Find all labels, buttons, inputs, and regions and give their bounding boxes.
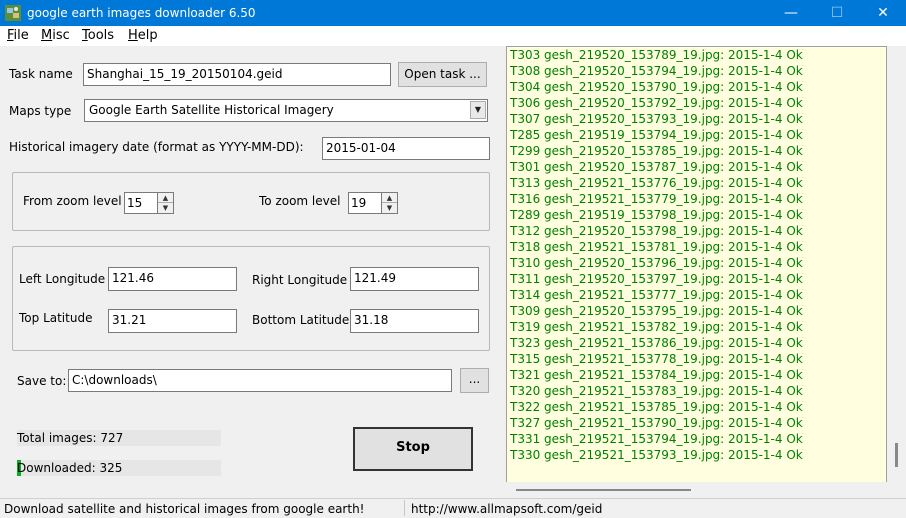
log-line: T312 gesh_219520_153798_19.jpg: 2015-1-4… [510, 224, 803, 238]
decrement-icon[interactable]: ▼ [158, 203, 173, 213]
total-images-bar: Total images: 727 [17, 430, 221, 446]
increment-icon[interactable]: ▲ [382, 193, 397, 203]
open-task-button[interactable]: Open task ... [398, 62, 487, 87]
save-to-label: Save to: [17, 374, 67, 388]
to-zoom-label: To zoom level [259, 194, 341, 208]
log-line: T330 gesh_219521_153793_19.jpg: 2015-1-4… [510, 448, 803, 462]
scroll-thumb[interactable] [516, 489, 691, 491]
maps-type-select[interactable]: Google Earth Satellite Historical Imager… [84, 99, 488, 122]
app-window: google earth images downloader 6.50 — ☐ … [0, 0, 906, 518]
log-line: T309 gesh_219520_153795_19.jpg: 2015-1-4… [510, 304, 803, 318]
from-zoom-arrows: ▲ ▼ [157, 192, 174, 214]
maximize-button[interactable]: ☐ [814, 0, 860, 26]
to-zoom-stepper[interactable]: 19 ▲ ▼ [348, 192, 398, 214]
stop-button[interactable]: Stop [353, 427, 473, 471]
log-line: T285 gesh_219519_153794_19.jpg: 2015-1-4… [510, 128, 803, 142]
log-line: T310 gesh_219520_153796_19.jpg: 2015-1-4… [510, 256, 803, 270]
bottom-latitude-label: Bottom Latitude [252, 313, 350, 327]
status-divider [404, 500, 405, 516]
log-line: T327 gesh_219521_153790_19.jpg: 2015-1-4… [510, 416, 803, 430]
historical-date-label: Historical imagery date (format as YYYY-… [9, 140, 304, 154]
downloaded-bar: Downloaded: 325 [17, 460, 221, 476]
menu-tools-label: ools [87, 28, 115, 43]
top-latitude-label: Top Latitude [19, 311, 93, 325]
log-line: T320 gesh_219521_153783_19.jpg: 2015-1-4… [510, 384, 803, 398]
left-longitude-input[interactable]: 121.46 [108, 267, 237, 291]
app-globe-icon [5, 5, 21, 21]
log-line: T306 gesh_219520_153792_19.jpg: 2015-1-4… [510, 96, 803, 110]
log-vertical-scrollbar[interactable] [887, 46, 906, 496]
log-line: T313 gesh_219521_153776_19.jpg: 2015-1-4… [510, 176, 803, 190]
log-line: T303 gesh_219520_153789_19.jpg: 2015-1-4… [510, 48, 803, 62]
log-line: T316 gesh_219521_153779_19.jpg: 2015-1-4… [510, 192, 803, 206]
browse-button[interactable]: ... [460, 368, 489, 393]
task-name-input[interactable]: Shanghai_15_19_20150104.geid [83, 63, 391, 86]
menu-help[interactable]: Help [128, 28, 158, 43]
maps-type-value: Google Earth Satellite Historical Imager… [89, 103, 334, 117]
menu-help-label: elp [137, 28, 158, 43]
from-zoom-stepper[interactable]: 15 ▲ ▼ [124, 192, 174, 214]
title-bar[interactable]: google earth images downloader 6.50 — ☐ … [0, 0, 906, 26]
bottom-latitude-input[interactable]: 31.18 [350, 309, 479, 333]
chevron-down-icon[interactable]: ▼ [470, 101, 486, 119]
menu-file[interactable]: File [7, 28, 29, 43]
maps-type-label: Maps type [9, 104, 72, 118]
log-line: T323 gesh_219521_153786_19.jpg: 2015-1-4… [510, 336, 803, 350]
log-line: T319 gesh_219521_153782_19.jpg: 2015-1-4… [510, 320, 803, 334]
log-line: T308 gesh_219520_153794_19.jpg: 2015-1-4… [510, 64, 803, 78]
save-path-input[interactable]: C:\downloads\ [68, 369, 452, 392]
log-line: T318 gesh_219521_153781_19.jpg: 2015-1-4… [510, 240, 803, 254]
status-url[interactable]: http://www.allmapsoft.com/geid [411, 502, 602, 516]
status-message: Download satellite and historical images… [4, 502, 365, 516]
total-images-text: Total images: 727 [17, 431, 124, 445]
downloaded-text: Downloaded: 325 [17, 461, 123, 475]
minimize-button[interactable]: — [768, 0, 814, 26]
task-name-label: Task name [9, 67, 73, 81]
menu-tools[interactable]: Tools [82, 28, 114, 43]
log-line: T321 gesh_219521_153784_19.jpg: 2015-1-4… [510, 368, 803, 382]
log-line: T304 gesh_219520_153790_19.jpg: 2015-1-4… [510, 80, 803, 94]
increment-icon[interactable]: ▲ [158, 193, 173, 203]
log-line: T314 gesh_219521_153777_19.jpg: 2015-1-4… [510, 288, 803, 302]
historical-date-input[interactable]: 2015-01-04 [322, 137, 490, 160]
scroll-thumb[interactable] [895, 443, 898, 467]
log-line: T322 gesh_219521_153785_19.jpg: 2015-1-4… [510, 400, 803, 414]
log-line: T289 gesh_219519_153798_19.jpg: 2015-1-4… [510, 208, 803, 222]
right-longitude-input[interactable]: 121.49 [350, 267, 479, 291]
log-line: T307 gesh_219520_153793_19.jpg: 2015-1-4… [510, 112, 803, 126]
menu-file-label: ile [13, 28, 29, 43]
left-longitude-label: Left Longitude [19, 272, 106, 286]
log-line: T311 gesh_219520_153797_19.jpg: 2015-1-4… [510, 272, 803, 286]
log-line: T301 gesh_219520_153787_19.jpg: 2015-1-4… [510, 160, 803, 174]
from-zoom-value[interactable]: 15 [124, 192, 157, 214]
top-latitude-input[interactable]: 31.21 [108, 309, 237, 333]
log-horizontal-scrollbar[interactable] [506, 482, 887, 496]
download-log[interactable]: T303 gesh_219520_153789_19.jpg: 2015-1-4… [506, 46, 887, 496]
to-zoom-value[interactable]: 19 [348, 192, 381, 214]
log-line: T299 gesh_219520_153785_19.jpg: 2015-1-4… [510, 144, 803, 158]
log-line: T315 gesh_219521_153778_19.jpg: 2015-1-4… [510, 352, 803, 366]
close-button[interactable]: ✕ [860, 0, 906, 26]
log-line: T331 gesh_219521_153794_19.jpg: 2015-1-4… [510, 432, 803, 446]
menu-misc-accel: M [41, 28, 53, 43]
right-longitude-label: Right Longitude [252, 273, 348, 287]
to-zoom-arrows: ▲ ▼ [381, 192, 398, 214]
menu-bar: File Misc Tools Help [0, 26, 906, 46]
decrement-icon[interactable]: ▼ [382, 203, 397, 213]
window-title: google earth images downloader 6.50 [27, 6, 256, 20]
coordinates-group [12, 246, 490, 351]
menu-misc-label: isc [52, 28, 70, 43]
menu-misc[interactable]: Misc [41, 28, 70, 43]
from-zoom-label: From zoom level [23, 194, 122, 208]
menu-help-accel: H [128, 28, 138, 43]
